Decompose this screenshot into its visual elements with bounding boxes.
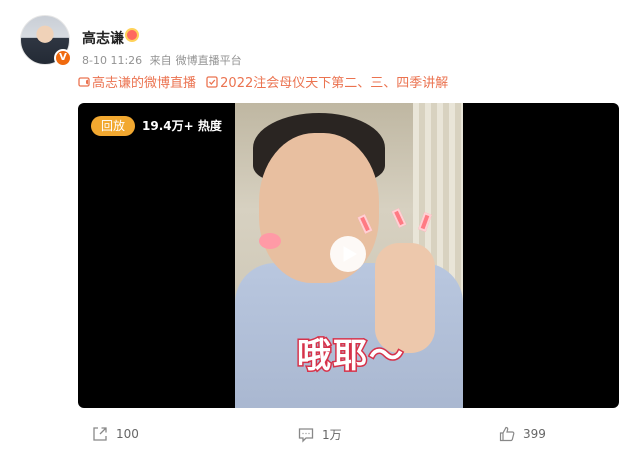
- share-button[interactable]: 100: [92, 426, 139, 442]
- video-caption: 哦耶～: [296, 335, 405, 378]
- verified-badge-icon: V: [54, 49, 72, 67]
- live-icon: [78, 76, 90, 87]
- video-player[interactable]: 哦耶～ 回放 19.4万+ 热度: [78, 103, 619, 408]
- post-time[interactable]: 8-10 11:26: [82, 54, 142, 67]
- replay-badge: 回放: [91, 116, 136, 136]
- check-icon: [206, 75, 218, 88]
- play-icon: [343, 246, 357, 262]
- action-bar: 100 1万 399: [0, 422, 638, 448]
- comment-icon: [298, 427, 314, 443]
- topics-row: 高志谦的微博直播 2022注会母仪天下第二、三、四季讲解: [78, 72, 454, 92]
- heat-count: 19.4万+ 热度: [142, 119, 222, 133]
- topic-course-label: 2022注会母仪天下第二、三、四季讲解: [220, 76, 449, 91]
- post-meta: 8-10 11:26 来自 微博直播平台: [82, 52, 246, 68]
- weibo-post-card: V 高志谦 8-10 11:26 来自 微博直播平台 高志谦的微博直播 2022注…: [0, 0, 638, 454]
- share-count: 100: [116, 427, 139, 441]
- topic-live[interactable]: 高志谦的微博直播: [78, 72, 196, 91]
- source-prefix: 来自: [149, 54, 172, 67]
- play-button[interactable]: [330, 236, 366, 272]
- topic-live-label: 高志谦的微博直播: [92, 76, 197, 91]
- comment-button[interactable]: 1万: [298, 426, 342, 443]
- source-name[interactable]: 微博直播平台: [176, 54, 242, 67]
- like-count: 399: [523, 427, 546, 441]
- like-button[interactable]: 399: [499, 426, 546, 442]
- author-name[interactable]: 高志谦: [82, 28, 124, 48]
- like-icon: [499, 426, 515, 442]
- avatar[interactable]: V: [20, 15, 72, 67]
- member-crown-icon: [125, 28, 139, 42]
- share-icon: [93, 427, 107, 441]
- comment-count: 1万: [322, 428, 342, 442]
- topic-course[interactable]: 2022注会母仪天下第二、三、四季讲解: [206, 72, 448, 91]
